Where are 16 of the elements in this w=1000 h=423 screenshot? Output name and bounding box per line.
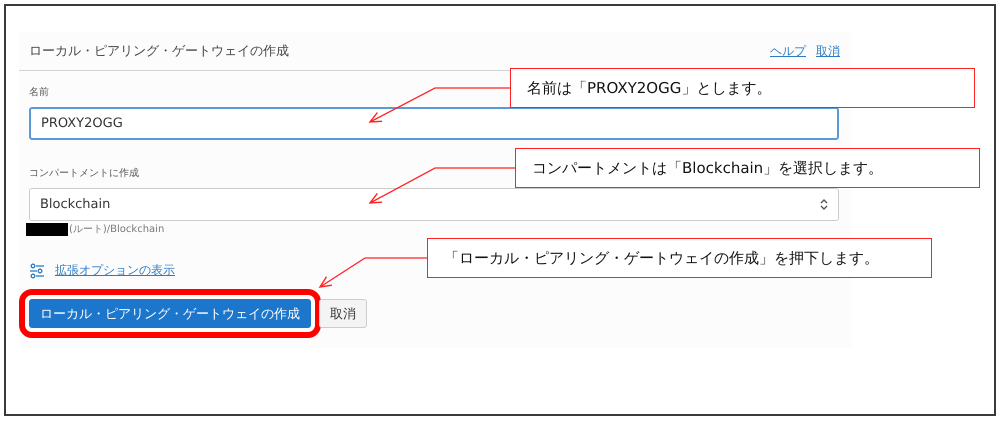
callout-note: 「ローカル・ピアリング・ゲートウェイの作成」を押下します。 — [427, 238, 932, 278]
sort-caret-icon — [820, 198, 828, 211]
compartment-select[interactable]: Blockchain — [29, 188, 839, 221]
field-label: コンパートメントに作成 — [29, 166, 139, 180]
dialog-title: ローカル・ピアリング・ゲートウェイの作成 — [29, 43, 289, 60]
callout-note: コンパートメントは「Blockchain」を選択します。 — [515, 148, 980, 188]
header-link[interactable]: ヘルプ — [770, 42, 806, 60]
field-label: 名前 — [29, 86, 49, 99]
sliders-icon — [29, 262, 45, 278]
header-link[interactable]: 取消 — [816, 42, 840, 60]
compartment-path: (ルート)/Blockchain — [69, 223, 164, 236]
advanced-options-link[interactable]: 拡張オプションの表示 — [55, 262, 175, 279]
cancel-button[interactable]: 取消 — [319, 299, 367, 328]
redaction-bar — [26, 222, 68, 236]
name-field[interactable]: PROXY2OGG — [29, 107, 839, 140]
callout-note: 名前は「PROXY2OGG」とします。 — [510, 68, 975, 108]
